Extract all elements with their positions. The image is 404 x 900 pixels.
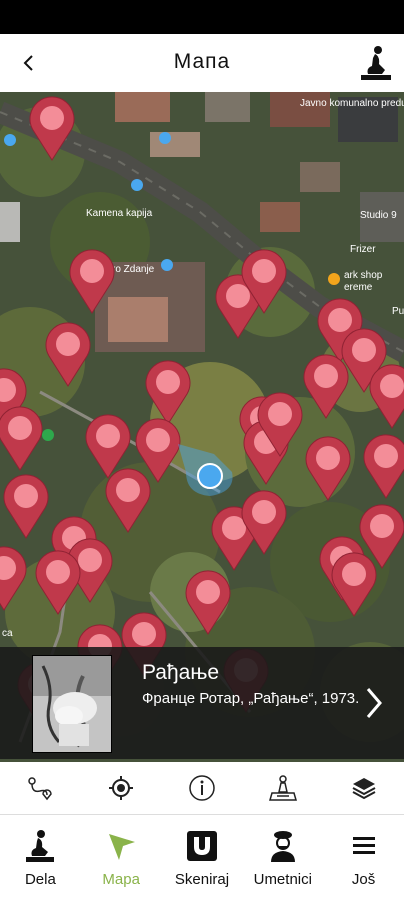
nav-label: Još [351, 871, 376, 888]
sculpture-image [33, 656, 111, 752]
bottom-navigation: Dela Mapa Skeniraj Umetnici Još [0, 815, 404, 900]
map-label: ca [2, 628, 13, 639]
open-artwork-button[interactable] [362, 685, 386, 721]
map-toolbar [0, 762, 404, 815]
statue-button[interactable] [358, 44, 394, 82]
locate-icon [109, 776, 134, 800]
statue-icon [361, 46, 391, 80]
map-arrow-icon [104, 829, 138, 863]
map-label: ark shop [344, 270, 383, 281]
artwork-title: Рађање [142, 661, 220, 684]
map-label: Pu [392, 306, 404, 317]
artwork-subtitle: Франце Ротар, „Рађање“, 1973. [142, 690, 360, 707]
nav-label: Skeniraj [174, 871, 230, 888]
scan-icon [185, 829, 219, 863]
nav-item-mapa[interactable]: Mapa [81, 815, 162, 900]
route-button[interactable] [0, 762, 81, 814]
info-icon [189, 775, 215, 801]
nav-item-skeniraj[interactable]: Skeniraj [162, 815, 243, 900]
info-button[interactable] [162, 762, 243, 814]
map-label: Frizer [350, 244, 376, 255]
nav-label: Umetnici [253, 871, 312, 888]
locate-button[interactable] [81, 762, 162, 814]
top-bar: Мапа [0, 34, 404, 93]
map-label: Kamena kapija [86, 208, 153, 219]
monument-map-icon [268, 775, 297, 801]
nav-item-jos[interactable]: Još [323, 815, 404, 900]
route-icon [28, 777, 53, 801]
layers-icon [352, 778, 376, 800]
layers-button[interactable] [323, 762, 404, 814]
menu-icon [347, 829, 381, 863]
map-label: ro Zdanje [112, 264, 155, 275]
statue-icon [23, 829, 57, 863]
artwork-thumbnail [32, 655, 112, 753]
map-label: Javno komunalno preduzeće Bukulja [300, 98, 404, 109]
nav-label: Dela [24, 871, 56, 888]
page-title: Мапа [173, 50, 231, 73]
chevron-right-icon [366, 688, 382, 718]
map-label: ereme [344, 282, 373, 293]
monument-map-button[interactable] [242, 762, 323, 814]
map-label: Studio 9 [360, 210, 397, 221]
nav-label: Mapa [102, 871, 140, 888]
nav-item-umetnici[interactable]: Umetnici [242, 815, 323, 900]
nav-item-dela[interactable]: Dela [0, 815, 81, 900]
artwork-info-card[interactable]: Рађање Франце Ротар, „Рађање“, 1973. [0, 647, 404, 759]
location-dot-icon [197, 463, 223, 489]
artist-icon [266, 829, 300, 863]
map-view[interactable]: Javno komunalno preduzeće Bukulja Kamena… [0, 92, 404, 762]
status-bar [0, 0, 404, 34]
